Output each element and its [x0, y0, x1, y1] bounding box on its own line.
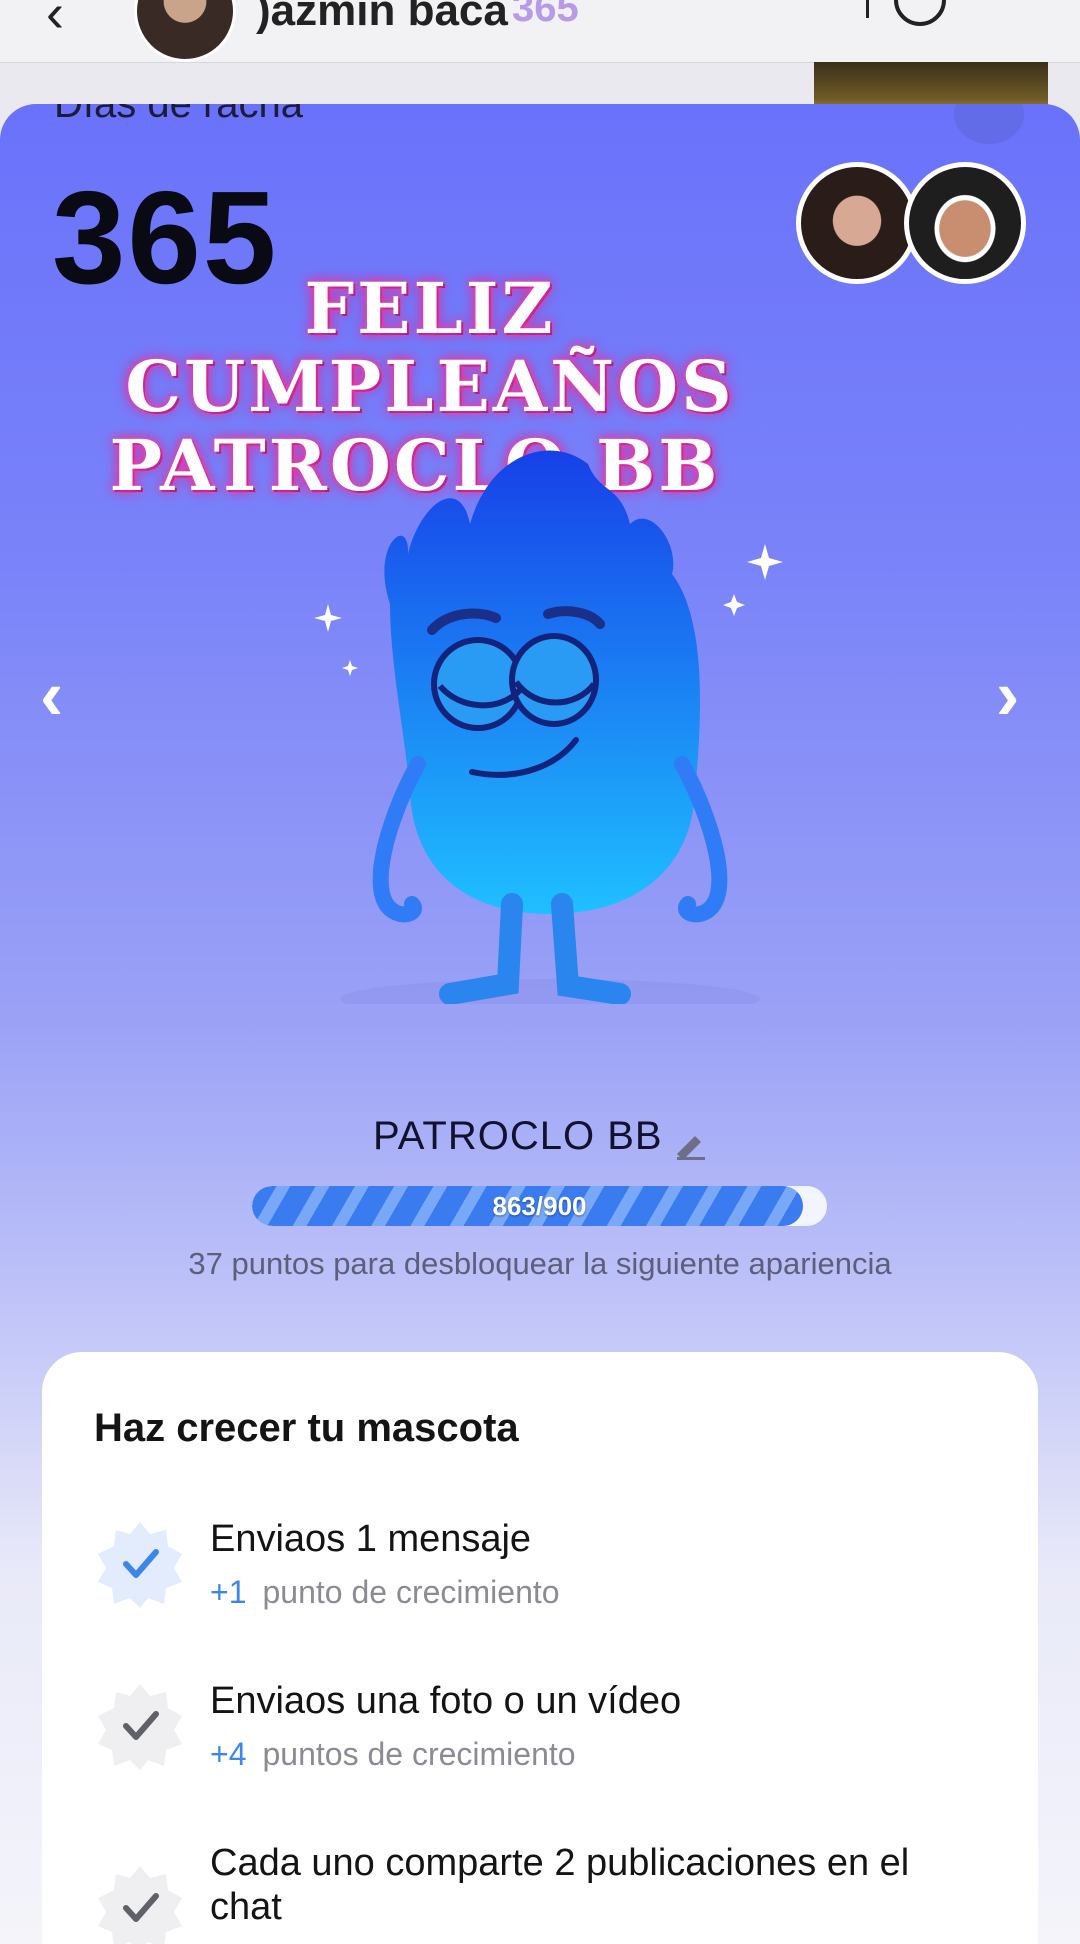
check-badge-icon [98, 1866, 182, 1944]
mascot-shadow [340, 979, 760, 1004]
birthday-line-1: FELIZ CUMPLEAÑOS [125, 267, 735, 429]
next-appearance-arrow-icon[interactable]: › [996, 660, 1019, 730]
grow-card-title: Haz crecer tu mascota [94, 1406, 519, 1450]
chat-header: ‹ )azmin baca 365 [0, 0, 1080, 63]
chevron-left-icon[interactable]: ‹ [46, 0, 64, 44]
pet-mascot-illustration [314, 450, 783, 1004]
task-title: Enviaos 1 mensaje [210, 1518, 532, 1560]
video-call-icon[interactable] [894, 0, 946, 26]
edit-pencil-icon[interactable] [673, 1130, 707, 1160]
contact-avatar[interactable] [134, 0, 236, 62]
task-points: +4 puntos de crecimiento [210, 1736, 576, 1773]
pet-name-row: PATROCLO BB [0, 1114, 1080, 1160]
task-points-value: +1 [210, 1574, 247, 1610]
check-badge-icon [98, 1522, 182, 1608]
task-points: +1 punto de crecimiento [210, 1574, 560, 1611]
growth-progress-bar: 863/900 [252, 1186, 827, 1226]
pet-name: PATROCLO BB [372, 1114, 663, 1158]
task-title: Cada uno comparte 2 publicaciones en el … [210, 1842, 910, 1928]
header-divider [866, 0, 869, 18]
growth-progress-text: 863/900 [492, 1191, 587, 1221]
streak-badge: 365 [512, 0, 579, 30]
task-points-label: punto de crecimiento [262, 1574, 560, 1610]
streak-label: Días de racha [54, 104, 304, 126]
unlock-hint: 37 puntos para desbloquear la siguiente … [188, 1246, 892, 1281]
task-title: Enviaos una foto o un vídeo [210, 1680, 682, 1722]
grow-pet-card: Haz crecer tu mascota Enviaos 1 mensaje … [42, 1352, 1038, 1944]
contact-name[interactable]: )azmin baca [256, 0, 508, 36]
pair-avatars [796, 162, 1026, 292]
avatar [796, 162, 918, 284]
previous-appearance-arrow-icon[interactable]: ‹ [40, 660, 63, 730]
check-badge-icon [98, 1684, 182, 1770]
pet-sheet: Días de racha 365 FELIZ CUMPLEAÑOS PATRO… [0, 104, 1080, 1944]
close-button[interactable] [954, 104, 1024, 144]
task-points-label: puntos de crecimiento [262, 1736, 576, 1772]
avatar [904, 162, 1026, 284]
task-points-value: +4 [210, 1736, 247, 1772]
